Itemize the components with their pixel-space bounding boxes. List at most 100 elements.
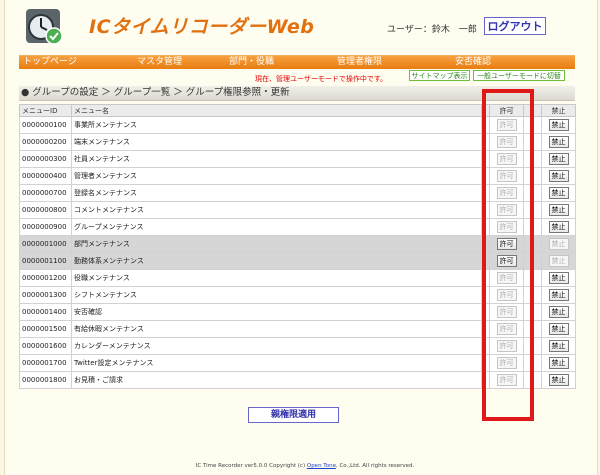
apply-parent-permission-button[interactable]: 親権限適用 — [248, 407, 339, 423]
deny-cell: 禁止 — [541, 218, 576, 236]
deny-button[interactable]: 禁止 — [548, 357, 569, 369]
footer-rights: , Co.,Ltd. All rights reserved. — [335, 463, 415, 469]
col-header-deny: 禁止 — [541, 104, 576, 117]
menu-id-cell: 0000001500 — [19, 320, 72, 338]
nav-master[interactable]: マスタ管理 — [137, 56, 182, 69]
table-header-row: メニューID メニュー名 許可 禁止 — [19, 104, 576, 117]
table-row: 0000000400 管理者メンテナンス 許可 禁止 — [19, 167, 576, 185]
allow-button[interactable]: 許可 — [496, 357, 517, 369]
deny-button[interactable]: 禁止 — [548, 221, 569, 233]
switch-mode-button[interactable]: 一般ユーザーモードに切替 — [473, 70, 565, 81]
menu-id-cell: 0000000300 — [19, 150, 72, 168]
spacer-cell — [523, 218, 542, 236]
permission-table: メニューID メニュー名 許可 禁止 0000000100 事業所メンテナンス 許可… — [19, 104, 576, 389]
spacer-cell — [481, 184, 490, 202]
nav-top-page[interactable]: トップページ — [23, 56, 77, 69]
deny-button[interactable]: 禁止 — [548, 204, 569, 216]
allow-button[interactable]: 許可 — [496, 255, 517, 267]
allow-button[interactable]: 許可 — [496, 289, 517, 301]
menu-name-cell: 管理者メンテナンス — [71, 167, 482, 185]
deny-cell: 禁止 — [541, 116, 576, 134]
spacer-cell — [481, 303, 490, 321]
col-header-allow: 許可 — [489, 104, 524, 117]
allow-button[interactable]: 許可 — [496, 170, 517, 182]
deny-button[interactable]: 禁止 — [548, 374, 569, 386]
menu-name-cell: Twitter設定メンテナンス — [71, 354, 482, 372]
deny-button[interactable]: 禁止 — [548, 323, 569, 335]
menu-id-cell: 0000001300 — [19, 286, 72, 304]
allow-button[interactable]: 許可 — [496, 323, 517, 335]
table-row: 0000000800 コメントメンテナンス 許可 禁止 — [19, 201, 576, 219]
table-row: 0000001600 カレンダーメンテナンス 許可 禁止 — [19, 337, 576, 355]
deny-cell: 禁止 — [541, 150, 576, 168]
logout-button[interactable]: ログアウト — [484, 17, 546, 35]
deny-button[interactable]: 禁止 — [548, 187, 569, 199]
allow-button[interactable]: 許可 — [496, 238, 517, 250]
spacer-cell — [523, 371, 542, 389]
deny-button[interactable]: 禁止 — [548, 255, 569, 267]
col-header-spacer — [481, 104, 490, 117]
menu-id-cell: 0000001600 — [19, 337, 72, 355]
deny-button[interactable]: 禁止 — [548, 136, 569, 148]
allow-cell: 許可 — [489, 371, 524, 389]
allow-button[interactable]: 許可 — [496, 136, 517, 148]
allow-button[interactable]: 許可 — [496, 153, 517, 165]
menu-id-cell: 0000001400 — [19, 303, 72, 321]
spacer-cell — [523, 320, 542, 338]
spacer-cell — [523, 286, 542, 304]
allow-button[interactable]: 許可 — [496, 374, 517, 386]
allow-button[interactable]: 許可 — [496, 187, 517, 199]
spacer-cell — [481, 286, 490, 304]
deny-button[interactable]: 禁止 — [548, 170, 569, 182]
menu-name-cell: 部門メンテナンス — [71, 235, 482, 253]
menu-name-cell: 端末メンテナンス — [71, 133, 482, 151]
menu-name-cell: お見積・ご請求 — [71, 371, 482, 389]
menu-id-cell: 0000000800 — [19, 201, 72, 219]
deny-button[interactable]: 禁止 — [548, 272, 569, 284]
menu-name-cell: 社員メンテナンス — [71, 150, 482, 168]
menu-name-cell: 有給休暇メンテナンス — [71, 320, 482, 338]
deny-cell: 禁止 — [541, 201, 576, 219]
app-title: ICタイムリコーダーWeb — [89, 16, 315, 38]
nav-department[interactable]: 部門・役職 — [229, 56, 274, 69]
menu-id-cell: 0000000100 — [19, 116, 72, 134]
spacer-cell — [523, 337, 542, 355]
deny-cell: 禁止 — [541, 303, 576, 321]
menu-id-cell: 0000000400 — [19, 167, 72, 185]
spacer-cell — [481, 235, 490, 253]
spacer-cell — [481, 354, 490, 372]
allow-button[interactable]: 許可 — [496, 204, 517, 216]
spacer-cell — [481, 218, 490, 236]
menu-name-cell: 役職メンテナンス — [71, 269, 482, 287]
menu-id-cell: 0000001100 — [19, 252, 72, 270]
main-nav: トップページ マスタ管理 部門・役職 管理者権限 安否確認 — [19, 55, 575, 69]
deny-button[interactable]: 禁止 — [548, 119, 569, 131]
menu-name-cell: コメントメンテナンス — [71, 201, 482, 219]
deny-button[interactable]: 禁止 — [548, 340, 569, 352]
deny-button[interactable]: 禁止 — [548, 289, 569, 301]
footer-company-link[interactable]: Open Tone — [307, 463, 336, 469]
spacer-cell — [481, 269, 490, 287]
deny-button[interactable]: 禁止 — [548, 153, 569, 165]
menu-id-cell: 0000000700 — [19, 184, 72, 202]
deny-cell: 禁止 — [541, 354, 576, 372]
nav-safety-check[interactable]: 安否確認 — [455, 56, 491, 69]
deny-button[interactable]: 禁止 — [548, 306, 569, 318]
spacer-cell — [481, 167, 490, 185]
allow-cell: 許可 — [489, 337, 524, 355]
allow-cell: 許可 — [489, 133, 524, 151]
allow-button[interactable]: 許可 — [496, 272, 517, 284]
allow-cell: 許可 — [489, 201, 524, 219]
allow-button[interactable]: 許可 — [496, 221, 517, 233]
col-header-id: メニューID — [19, 104, 72, 117]
allow-button[interactable]: 許可 — [496, 306, 517, 318]
spacer-cell — [523, 252, 542, 270]
table-row: 0000001700 Twitter設定メンテナンス 許可 禁止 — [19, 354, 576, 372]
sitemap-button[interactable]: サイトマップ表示 — [409, 70, 470, 81]
spacer-cell — [523, 201, 542, 219]
allow-button[interactable]: 許可 — [496, 340, 517, 352]
menu-id-cell: 0000001200 — [19, 269, 72, 287]
allow-button[interactable]: 許可 — [496, 119, 517, 131]
deny-button[interactable]: 禁止 — [548, 238, 569, 250]
nav-admin-rights[interactable]: 管理者権限 — [337, 56, 382, 69]
